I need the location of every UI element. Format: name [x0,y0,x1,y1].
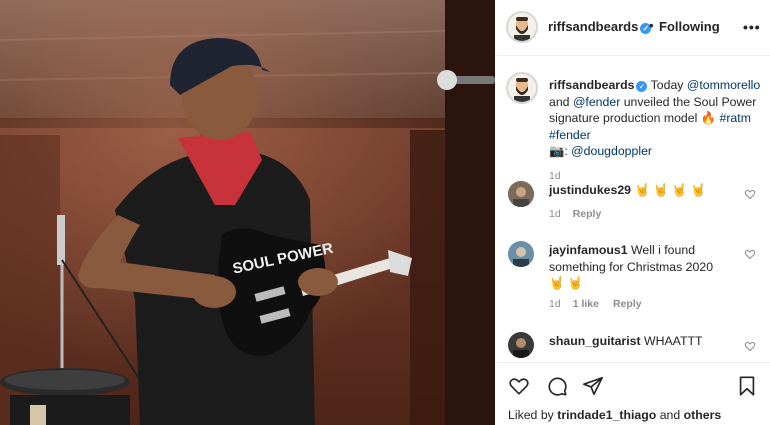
comment-username[interactable]: jayinfamous1 [549,243,628,257]
more-icon[interactable]: ••• [743,19,761,35]
hashtag-link[interactable]: #fender [549,128,591,142]
camera-emoji: 📷 [549,144,565,158]
reply-button[interactable]: Reply [573,208,602,220]
comment-heart-icon[interactable] [744,188,756,200]
author-avatar[interactable] [506,11,538,43]
comment-username[interactable]: shaun_guitarist [549,334,641,348]
liked-by-prefix: Liked by [508,408,558,422]
comment-icon[interactable] [546,375,568,397]
comment-text: WHAATTT [643,334,703,348]
author-username-text[interactable]: riffsandbeards [548,19,638,34]
comment-body: jayinfamous1 Well i found something for … [549,242,724,292]
comment-body: shaun_guitarist WHAATTT [549,333,724,350]
liked-by-user[interactable]: trindade1_thiago [557,408,656,422]
post-header: riffsandbeards ✓ • Following ••• [495,0,770,56]
liked-by-and: and [656,408,684,422]
caption-text: riffsandbeards ✓ Today @tommorello and @f… [549,77,764,184]
comment-time[interactable]: 1d [549,298,561,310]
caption-username[interactable]: riffsandbeards [549,78,634,92]
commenter-avatar[interactable] [508,332,534,358]
bookmark-icon[interactable] [736,375,758,397]
comment-heart-icon[interactable] [744,248,756,260]
commenter-avatar[interactable] [508,241,534,267]
comment-meta: 1d Reply [549,208,601,220]
following-button[interactable]: Following [659,19,720,34]
hashtag-link[interactable]: #ratm [720,111,751,125]
mention-link[interactable]: @tommorello [687,78,760,92]
caption-fragment: Today [647,78,687,92]
comment-username[interactable]: justindukes29 [549,183,631,197]
fire-emoji: 🔥 [700,111,717,125]
user-avatar-icon [508,181,534,207]
bearded-avatar-icon [508,13,536,41]
caption-author-avatar[interactable] [506,72,538,104]
photo-illustration: SOUL POWER [0,0,495,425]
reply-button[interactable]: Reply [613,298,642,310]
verified-badge-icon: ✓ [636,81,648,92]
bearded-avatar-icon [508,74,536,102]
share-icon[interactable] [582,375,604,397]
post-actions-bar: Liked by trindade1_thiago and others [495,362,770,425]
liked-by-others[interactable]: others [684,408,722,422]
comment-heart-icon[interactable] [744,340,756,352]
liked-by: Liked by trindade1_thiago and others [508,408,721,422]
comment-time[interactable]: 1d [549,208,561,220]
user-avatar-icon [508,241,534,267]
comment-text: 🤘 🤘 🤘 🤘 [634,183,706,197]
heart-icon[interactable] [508,375,530,397]
comment-likes[interactable]: 1 like [573,298,599,310]
mention-link[interactable]: @fender [573,95,620,109]
post-photo[interactable]: SOUL POWER [0,0,495,425]
comment-body: justindukes29 🤘 🤘 🤘 🤘 [549,182,724,199]
comment-meta: 1d 1 like Reply [549,298,642,310]
mention-link[interactable]: @dougdoppler [571,144,652,158]
post-side-panel: riffsandbeards ✓ • Following ••• riffsand… [495,0,770,425]
user-avatar-icon [508,332,534,358]
author-username[interactable]: riffsandbeards ✓ [548,19,652,34]
header-separator: • [649,18,654,33]
commenter-avatar[interactable] [508,181,534,207]
caption-fragment: and [549,94,573,109]
